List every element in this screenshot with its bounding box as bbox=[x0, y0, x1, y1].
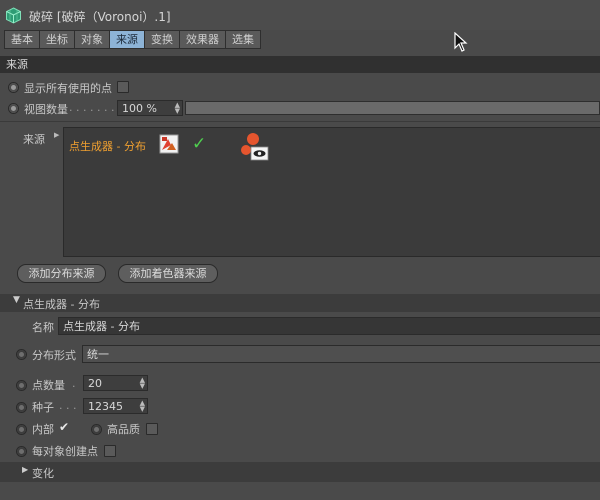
transform-section-title: 变化 bbox=[32, 467, 54, 480]
per-object-checkbox[interactable] bbox=[104, 445, 116, 457]
tab-effectors[interactable]: 效果器 bbox=[179, 30, 226, 49]
show-all-points-label: 显示所有使用的点 bbox=[24, 82, 112, 95]
point-count-dots: . bbox=[72, 377, 76, 390]
expand-arrow-icon[interactable]: ▶ bbox=[22, 465, 28, 474]
add-distribution-source-button[interactable]: 添加分布来源 bbox=[17, 264, 106, 283]
inside-checkbox[interactable]: ✔ bbox=[58, 420, 70, 434]
seed-dots: . . . bbox=[59, 399, 77, 412]
distribution-type-label: 分布形式 bbox=[32, 349, 76, 362]
viewport-count-value: 100 % bbox=[122, 102, 157, 115]
show-all-points-checkbox[interactable] bbox=[117, 81, 129, 93]
tab-coordinates[interactable]: 坐标 bbox=[39, 30, 75, 49]
collapse-arrow-icon[interactable]: ▼ bbox=[13, 295, 20, 305]
point-count-field[interactable]: 20 ▲ ▼ bbox=[83, 375, 148, 391]
distribution-type-radio[interactable] bbox=[16, 349, 27, 360]
generator-section-title: 点生成器 - 分布 bbox=[23, 298, 100, 311]
per-object-radio[interactable] bbox=[16, 446, 27, 457]
name-field[interactable]: 点生成器 - 分布 bbox=[58, 317, 600, 335]
inside-radio[interactable] bbox=[16, 424, 27, 435]
spinner-arrows-icon[interactable]: ▲ ▼ bbox=[140, 377, 145, 390]
particles-visibility-icon[interactable] bbox=[239, 131, 269, 161]
viewport-count-field[interactable]: 100 % ▲ ▼ bbox=[117, 100, 183, 116]
tab-sources[interactable]: 来源 bbox=[109, 30, 145, 49]
checkmark-icon: ✔ bbox=[59, 420, 70, 434]
seed-value: 12345 bbox=[88, 400, 123, 413]
viewport-count-label: 视图数量 bbox=[24, 103, 68, 116]
spinner-arrows-icon[interactable]: ▲ ▼ bbox=[140, 400, 145, 413]
tab-bar: 基本 坐标 对象 来源 变换 效果器 选集 bbox=[4, 30, 261, 49]
viewport-count-dots: . . . . . . . bbox=[69, 101, 115, 114]
tab-basic[interactable]: 基本 bbox=[4, 30, 40, 49]
point-count-value: 20 bbox=[88, 377, 102, 390]
distribution-generator-icon bbox=[159, 134, 179, 154]
high-quality-radio[interactable] bbox=[91, 424, 102, 435]
mouse-cursor-icon bbox=[454, 32, 468, 52]
point-count-label: 点数量 bbox=[32, 379, 65, 392]
distribution-type-value: 统一 bbox=[87, 348, 109, 361]
source-item-name[interactable]: 点生成器 - 分布 bbox=[69, 138, 146, 154]
high-quality-label: 高品质 bbox=[107, 423, 140, 436]
seed-field[interactable]: 12345 ▲ ▼ bbox=[83, 398, 148, 414]
viewport-count-radio[interactable] bbox=[8, 103, 19, 114]
spinner-arrows-icon[interactable]: ▲ ▼ bbox=[175, 102, 180, 115]
window-title: 破碎 [破碎（Voronoi）.1] bbox=[29, 10, 171, 24]
sources-list-label: 来源 bbox=[23, 133, 45, 146]
point-count-radio[interactable] bbox=[16, 380, 27, 391]
transform-section-header[interactable]: ▶ 变化 bbox=[0, 462, 600, 482]
name-value: 点生成器 - 分布 bbox=[63, 320, 140, 333]
show-all-points-radio[interactable] bbox=[8, 82, 19, 93]
enabled-check-icon[interactable]: ✓ bbox=[192, 134, 206, 154]
sources-section-header: 来源 bbox=[0, 56, 600, 73]
high-quality-checkbox[interactable] bbox=[146, 423, 158, 435]
tab-transform[interactable]: 变换 bbox=[144, 30, 180, 49]
tab-object[interactable]: 对象 bbox=[74, 30, 110, 49]
name-label: 名称 bbox=[32, 321, 54, 334]
generator-section-header[interactable]: ▼ 点生成器 - 分布 bbox=[0, 294, 600, 312]
voronoi-cube-icon bbox=[6, 7, 21, 24]
divider bbox=[0, 121, 600, 122]
add-shader-source-button[interactable]: 添加着色器来源 bbox=[118, 264, 218, 283]
per-object-label: 每对象创建点 bbox=[32, 445, 98, 458]
viewport-count-slider[interactable] bbox=[185, 101, 600, 115]
expand-arrow-icon[interactable]: ▶ bbox=[54, 131, 59, 139]
seed-radio[interactable] bbox=[16, 402, 27, 413]
distribution-type-dropdown[interactable]: 统一 bbox=[82, 345, 600, 363]
inside-label: 内部 bbox=[32, 423, 54, 436]
tab-selections[interactable]: 选集 bbox=[225, 30, 261, 49]
seed-label: 种子 bbox=[32, 401, 54, 414]
